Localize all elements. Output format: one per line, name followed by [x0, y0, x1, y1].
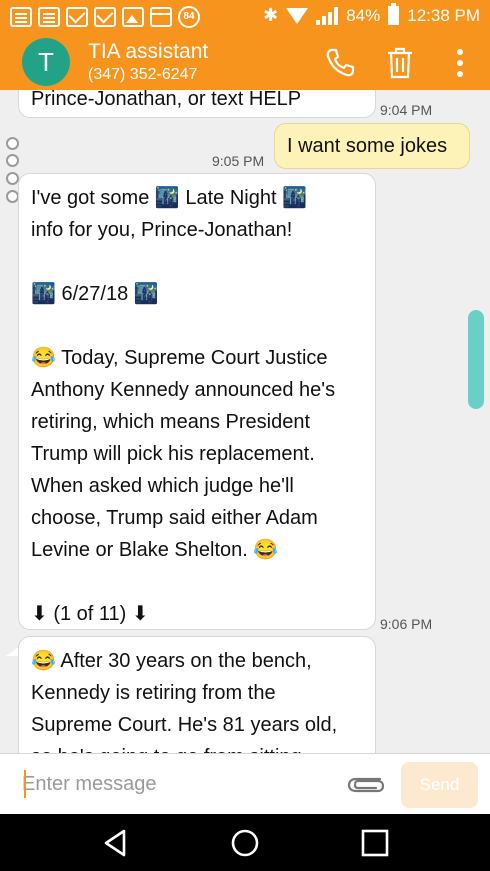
- message-list[interactable]: Prince-Jonathan, or text HELP 9:04 PM I …: [0, 90, 490, 753]
- delete-button[interactable]: [382, 45, 418, 81]
- message-text: I've got some 🌃 Late Night 🌃 info for yo…: [31, 187, 336, 625]
- incoming-message[interactable]: Prince-Jonathan, or text HELP: [18, 90, 376, 118]
- clock: 12:38 PM: [407, 5, 480, 25]
- wifi-icon: [286, 7, 309, 24]
- home-icon: [231, 829, 259, 857]
- text-cursor: [24, 770, 26, 798]
- more-vert-icon: [457, 49, 463, 77]
- message-text: I want some jokes: [287, 135, 448, 157]
- more-options-button[interactable]: [442, 45, 478, 81]
- phone-icon: [326, 48, 355, 77]
- send-button[interactable]: Send: [401, 762, 478, 808]
- back-icon: [104, 829, 126, 857]
- message-time: 9:04 PM: [380, 102, 433, 118]
- bluetooth-icon: ✱: [263, 5, 279, 25]
- outgoing-message[interactable]: I want some jokes: [274, 123, 470, 169]
- message-icon: [10, 7, 32, 27]
- message-icon: [38, 7, 60, 27]
- message-text: 😂 After 30 years on the bench, Kennedy i…: [31, 650, 338, 753]
- message-input[interactable]: [22, 767, 322, 801]
- message-time: 9:05 PM: [212, 153, 265, 169]
- contact-name: TIA assistant: [88, 40, 209, 63]
- paperclip-icon: [347, 777, 385, 793]
- navigation-bar: [0, 814, 490, 871]
- recents-icon: [361, 829, 389, 857]
- battery-percent: 84%: [346, 5, 381, 25]
- incoming-message[interactable]: I've got some 🌃 Late Night 🌃 info for yo…: [18, 173, 376, 630]
- composer-bar: Send: [0, 753, 490, 814]
- selection-indicator[interactable]: [6, 137, 19, 150]
- avatar[interactable]: T: [22, 38, 70, 86]
- home-button[interactable]: [228, 826, 262, 860]
- scrollbar-thumb[interactable]: [468, 310, 484, 409]
- trash-icon: [388, 47, 412, 79]
- signal-icon: [316, 6, 339, 25]
- battery-icon: [388, 3, 400, 25]
- message-time: 9:06 PM: [380, 616, 433, 632]
- mail-icon: [66, 7, 88, 27]
- conversation-header: T TIA assistant (347) 352-6247: [0, 33, 490, 90]
- message-text: Prince-Jonathan, or text HELP: [31, 90, 302, 110]
- image-icon: [122, 7, 144, 27]
- status-bar: 84 ✱ 84% 12:38 PM: [0, 0, 490, 33]
- contact-phone: (347) 352-6247: [88, 66, 198, 83]
- notification-count-badge: 84: [178, 6, 200, 28]
- attach-button[interactable]: [346, 770, 386, 798]
- mail-icon: [94, 7, 116, 27]
- incoming-message[interactable]: 😂 After 30 years on the bench, Kennedy i…: [18, 636, 376, 753]
- back-button[interactable]: [98, 826, 132, 860]
- recent-apps-button[interactable]: [358, 826, 392, 860]
- call-button[interactable]: [322, 45, 358, 81]
- selection-indicator[interactable]: [6, 154, 19, 167]
- calendar-icon: [150, 7, 172, 27]
